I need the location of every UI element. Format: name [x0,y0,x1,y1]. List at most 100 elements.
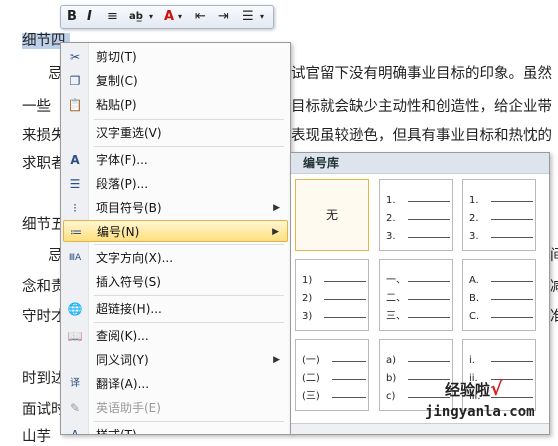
menu-item-cut[interactable]: ✂ 剪切(T) [63,46,288,68]
scissors-icon: ✂ [69,50,81,64]
menu-item-label: 编号(N) [97,225,140,239]
menu-item-label: 汉字重选(V) [96,126,162,140]
numbering-format-option[interactable]: A. B. C. [462,259,536,331]
decrease-indent-button[interactable]: ⇤ [195,8,206,26]
doc-text-line[interactable]: 减 [550,275,558,296]
menu-item-label: 插入符号(S) [96,275,161,289]
menu-separator [94,119,284,120]
watermark-text: 经验啦 [445,381,491,399]
watermark-url: jingyanla.com [425,404,535,420]
center-align-button[interactable]: ≡ [107,8,118,26]
menu-item-hyperlink[interactable]: 🌐 超链接(H)... [63,298,288,320]
doc-text-line[interactable]: 细节五 [22,213,66,234]
number-marker: 1. [469,195,479,206]
number-marker: a) [386,355,397,366]
numbering-format-option[interactable]: 一、 二、 三、 [379,259,453,331]
menu-item-label: 段落(P)... [96,177,149,191]
number-marker: 2) [302,293,313,304]
numbering-icon: ≔ [70,225,82,239]
doc-text-line[interactable]: 山芋 [22,425,51,446]
menu-item-insert-symbol[interactable]: 插入符号(S) [63,271,288,293]
doc-text-line[interactable]: 准 [550,305,558,326]
menu-item-label: 字体(F)... [96,153,148,167]
numbering-none-option[interactable]: 无 [295,179,369,251]
numbering-format-option[interactable]: a) b) c) [379,339,453,411]
menu-separator [94,146,284,147]
numbering-library-footer [291,423,549,434]
menu-item-label: 剪切(T) [96,50,137,64]
font-icon: A [70,153,80,167]
doc-text-line[interactable]: 时到达 [22,367,66,388]
menu-item-label: 同义词(Y) [96,353,149,367]
number-marker: 3. [469,231,479,242]
doc-text-line[interactable]: 面试时 [22,398,66,419]
translate-icon: 译 [70,378,80,389]
menu-item-synonyms[interactable]: 同义词(Y) ▶ [63,349,288,371]
numbering-format-option[interactable]: 1) 2) 3) [295,259,369,331]
chevron-down-icon[interactable]: ▾ [260,8,264,26]
menu-item-numbering[interactable]: ≔ 编号(N) ▶ [63,220,288,242]
increase-indent-button[interactable]: ⇥ [218,8,229,26]
doc-text-line[interactable]: 来损失 [22,124,66,145]
menu-item-english-assistant[interactable]: ✎ 英语助手(E) [63,397,288,419]
menu-item-label: 查阅(K)... [96,329,149,343]
doc-text-line[interactable]: 守时才 [22,305,66,326]
numbering-library-panel: 编号库 无 1. 2. 3. 1. 2. 3. 1) 2) 3) 一、 二、 三… [290,152,550,435]
menu-item-label: 粘贴(P) [96,98,137,112]
numbering-none-label: 无 [325,208,338,222]
menu-separator [94,295,284,296]
check-icon: √ [490,378,503,400]
english-assistant-icon: ✎ [69,401,81,415]
menu-item-label: 项目符号(B) [96,201,162,215]
menu-item-bullets[interactable]: ⁝ 项目符号(B) ▶ [63,197,288,219]
number-marker: 二、 [386,293,406,304]
doc-text-line[interactable]: 念和责 [22,275,66,296]
context-menu: ✂ 剪切(T) ❐ 复制(C) 📋 粘贴(P) 汉字重选(V) A 字体(F).… [60,42,291,435]
copy-icon: ❐ [69,74,81,88]
number-marker: c) [386,391,396,402]
menu-item-copy[interactable]: ❐ 复制(C) [63,70,288,92]
numbering-format-option[interactable]: i. ii. iii. [462,339,536,411]
font-color-button[interactable]: A [164,8,174,26]
menu-item-lookup[interactable]: 📖 查阅(K)... [63,325,288,347]
menu-item-reconvert[interactable]: 汉字重选(V) [63,122,288,144]
numbering-format-option[interactable]: 1. 2. 3. [462,179,536,251]
doc-text-line[interactable]: 试官留下没有明确事业目标的印象。虽然 [291,62,552,83]
bullets-icon: ⁝ [73,201,77,215]
numbering-format-option[interactable]: (一) (二) (三) [295,339,369,411]
menu-item-font[interactable]: A 字体(F)... [63,149,288,171]
menu-item-label: 翻译(A)... [96,377,150,391]
doc-text-line[interactable]: 间 [550,244,558,265]
menu-item-label: 样式(T) [96,428,137,435]
menu-item-paste[interactable]: 📋 粘贴(P) [63,94,288,116]
doc-text-line[interactable]: 表现虽较逊色，但具有事业目标和热忱的 [291,124,552,145]
highlight-button[interactable]: ab̲ [129,8,143,26]
bullets-button[interactable]: ☰ [242,8,254,26]
submenu-arrow-icon: ▶ [273,203,280,213]
number-marker: (一) [302,355,320,366]
number-marker: 三、 [386,311,406,322]
number-marker: C. [469,311,480,322]
mini-toolbar: B I ≡ ab̲ ▾ A ▾ ⇤ ⇥ ☰ ▾ [60,5,274,29]
styles-icon: A [70,428,80,435]
menu-item-label: 超链接(H)... [96,302,162,316]
chevron-down-icon[interactable]: ▾ [178,8,182,26]
paste-icon: 📋 [67,98,83,112]
menu-item-translate[interactable]: 译 翻译(A)... [63,373,288,395]
doc-text-line[interactable]: 一些 [22,95,51,116]
numbering-library-header: 编号库 [291,153,549,174]
doc-text-line[interactable]: 求职者 [22,152,66,173]
menu-item-text-direction[interactable]: ⅢA 文字方向(X)... [63,247,288,269]
menu-item-styles[interactable]: A 样式(T) [63,424,288,435]
bold-button[interactable]: B [67,8,77,26]
chevron-down-icon[interactable]: ▾ [149,8,153,26]
menu-item-paragraph[interactable]: ☰ 段落(P)... [63,173,288,195]
number-marker: 1) [302,275,313,286]
menu-item-label: 文字方向(X)... [96,251,174,265]
doc-text-line[interactable]: 目标就会缺少主动性和创造性，给企业带 [291,95,552,116]
paragraph-icon: ☰ [69,177,81,191]
number-marker: b) [386,373,397,384]
numbering-format-option[interactable]: 1. 2. 3. [379,179,453,251]
number-marker: (二) [302,373,320,384]
italic-button[interactable]: I [87,8,92,26]
